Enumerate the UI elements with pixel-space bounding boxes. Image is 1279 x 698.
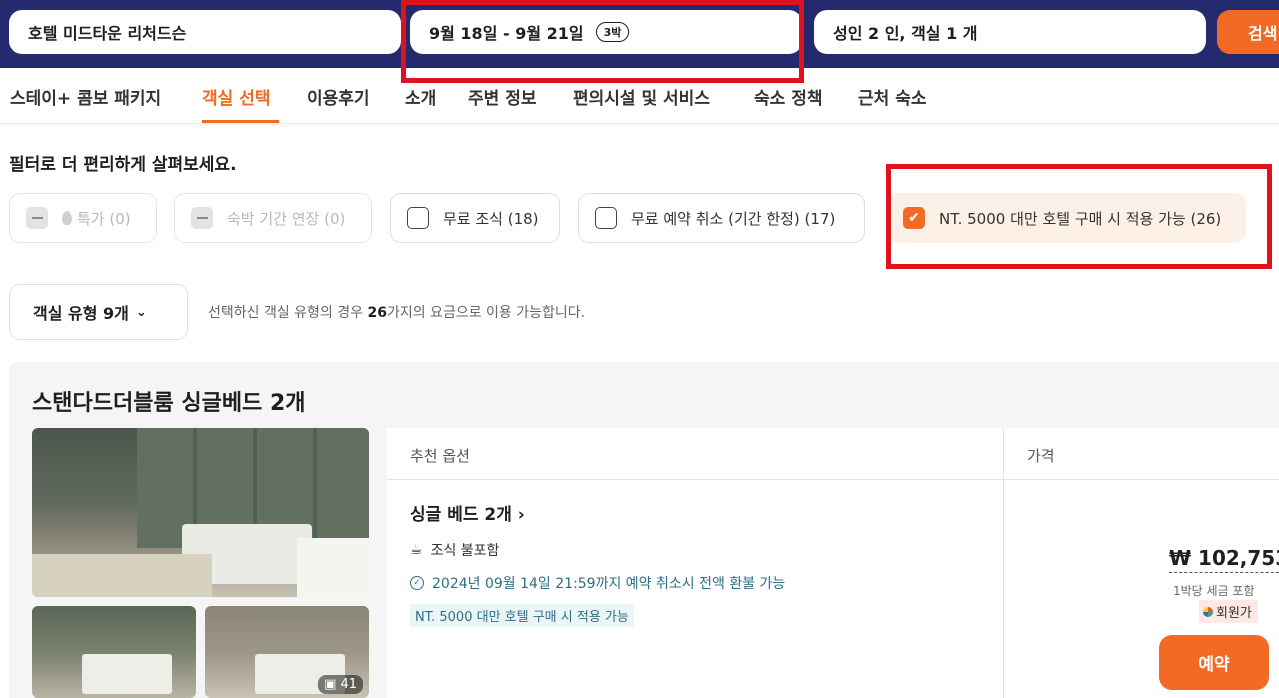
guests-field[interactable]: 성인 2 인, 객실 1 개 <box>814 10 1206 54</box>
search-button[interactable]: 검색 <box>1217 10 1279 54</box>
gallery-icon: ▣ <box>324 677 337 692</box>
option-name: 싱글 베드 2개 <box>410 505 512 525</box>
filter-stay-extension: 숙박 기간 연장 (0) <box>174 193 372 243</box>
voucher-tag: NT. 5000 대만 호텔 구매 시 적용 가능 <box>410 604 634 627</box>
header-recommended: 추천 옵션 <box>410 447 470 465</box>
filter-label: 특가 (0) <box>77 209 131 228</box>
hotel-name-field[interactable]: 호텔 미드타운 리처드슨 <box>9 10 401 54</box>
tab-room-select[interactable]: 객실 선택 <box>202 84 270 109</box>
photo-bed <box>297 538 369 597</box>
filter-special-deal: 특가 (0) <box>9 193 157 243</box>
cancellation-info: ✓ 2024년 09월 14일 21:59까지 예약 취소시 전액 환불 가능 <box>410 573 785 593</box>
column-divider <box>1003 428 1004 698</box>
check-circle-icon: ✓ <box>410 576 424 590</box>
filter-taiwan-voucher[interactable]: ✔ NT. 5000 대만 호텔 구매 시 적용 가능 (26) <box>886 193 1246 243</box>
filter-label: NT. 5000 대만 호텔 구매 시 적용 가능 (26) <box>939 209 1222 228</box>
photo-count: 41 <box>340 677 357 692</box>
price-amount[interactable]: ₩ 102,753 <box>1169 546 1279 573</box>
photo-bed <box>82 654 172 694</box>
guests-value: 성인 2 인, 객실 1 개 <box>833 24 978 43</box>
chevron-right-icon: › <box>517 505 525 525</box>
room-type-note: 선택하신 객실 유형의 경우 26가지의 요금으로 이용 가능합니다. <box>208 302 585 322</box>
options-header: 추천 옵션 가격 <box>387 428 1279 480</box>
room-type-label: 객실 유형 9개 <box>33 304 129 323</box>
option-name-link[interactable]: 싱글 베드 2개 › <box>410 500 525 525</box>
room-photo-main[interactable] <box>32 428 369 597</box>
photo-count-badge[interactable]: ▣ 41 <box>318 675 363 694</box>
member-price-badge: 회원가 <box>1199 600 1258 623</box>
tab-nearby-hotels[interactable]: 근처 숙소 <box>858 84 926 109</box>
section-tabs: 스테이+ 콤보 패키지 객실 선택 이용후기 소개 주변 정보 편의시설 및 서… <box>0 70 1279 124</box>
chevron-down-icon: ⌄ <box>135 304 147 320</box>
room-options-table: 추천 옵션 가격 싱글 베드 2개 › ☕ 조식 불포함 ✓ 2024년 09월… <box>387 428 1279 698</box>
tab-amenities[interactable]: 편의시설 및 서비스 <box>573 84 710 109</box>
no-breakfast-icon: ☕ <box>410 542 423 558</box>
note-suffix: 가지의 요금으로 이용 가능합니다. <box>386 305 586 321</box>
breakfast-info: ☕ 조식 불포함 <box>410 540 499 560</box>
room-name: 스탠다드더블룸 싱글베드 2개 <box>32 391 306 416</box>
price-note: 1박당 세금 포함 <box>1173 584 1255 598</box>
tab-combo-package[interactable]: 스테이+ 콤보 패키지 <box>10 84 161 109</box>
nights-badge: 3박 <box>595 22 630 42</box>
member-badge-text: 회원가 <box>1216 606 1252 621</box>
room-photo-thumb[interactable]: ▣ 41 <box>205 606 369 698</box>
filter-free-breakfast[interactable]: 무료 조식 (18) <box>390 193 560 243</box>
header-price: 가격 <box>1027 447 1055 465</box>
room-type-dropdown[interactable]: 객실 유형 9개 ⌄ <box>9 284 188 340</box>
filter-free-cancellation[interactable]: 무료 예약 취소 (기간 한정) (17) <box>578 193 865 243</box>
tab-policies[interactable]: 숙소 정책 <box>754 84 822 109</box>
search-bar: 호텔 미드타운 리처드슨 9월 18일 - 9월 21일 3박 성인 2 인, … <box>0 0 1279 68</box>
room-photo-thumb[interactable] <box>32 606 196 698</box>
disabled-checkbox-icon <box>191 207 213 229</box>
checkmark-icon[interactable]: ✔ <box>903 207 925 229</box>
filter-label: 무료 조식 (18) <box>443 209 539 228</box>
active-tab-indicator <box>202 120 279 123</box>
filter-title: 필터로 더 편리하게 살펴보세요. <box>9 155 237 175</box>
disabled-checkbox-icon <box>26 207 48 229</box>
hotel-name: 호텔 미드타운 리처드슨 <box>28 24 187 43</box>
filter-label: 무료 예약 취소 (기간 한정) (17) <box>631 209 836 228</box>
tab-intro[interactable]: 소개 <box>405 84 436 109</box>
filter-label: 숙박 기간 연장 (0) <box>227 209 346 228</box>
tab-nearby-info[interactable]: 주변 정보 <box>468 84 536 109</box>
photo-bed <box>32 554 212 597</box>
tab-reviews[interactable]: 이용후기 <box>307 84 370 109</box>
date-range: 9월 18일 - 9월 21일 <box>429 24 584 43</box>
note-prefix: 선택하신 객실 유형의 경우 <box>208 305 368 321</box>
note-count: 26 <box>367 305 387 321</box>
breakfast-text: 조식 불포함 <box>430 543 500 559</box>
member-logo-icon <box>1203 606 1213 617</box>
fire-icon <box>62 211 72 225</box>
checkbox-icon[interactable] <box>595 207 617 229</box>
book-button[interactable]: 예약 <box>1159 635 1269 690</box>
checkbox-icon[interactable] <box>407 207 429 229</box>
cancellation-text: 2024년 09월 14일 21:59까지 예약 취소시 전액 환불 가능 <box>432 576 786 592</box>
date-range-field[interactable]: 9월 18일 - 9월 21일 3박 <box>410 10 802 54</box>
